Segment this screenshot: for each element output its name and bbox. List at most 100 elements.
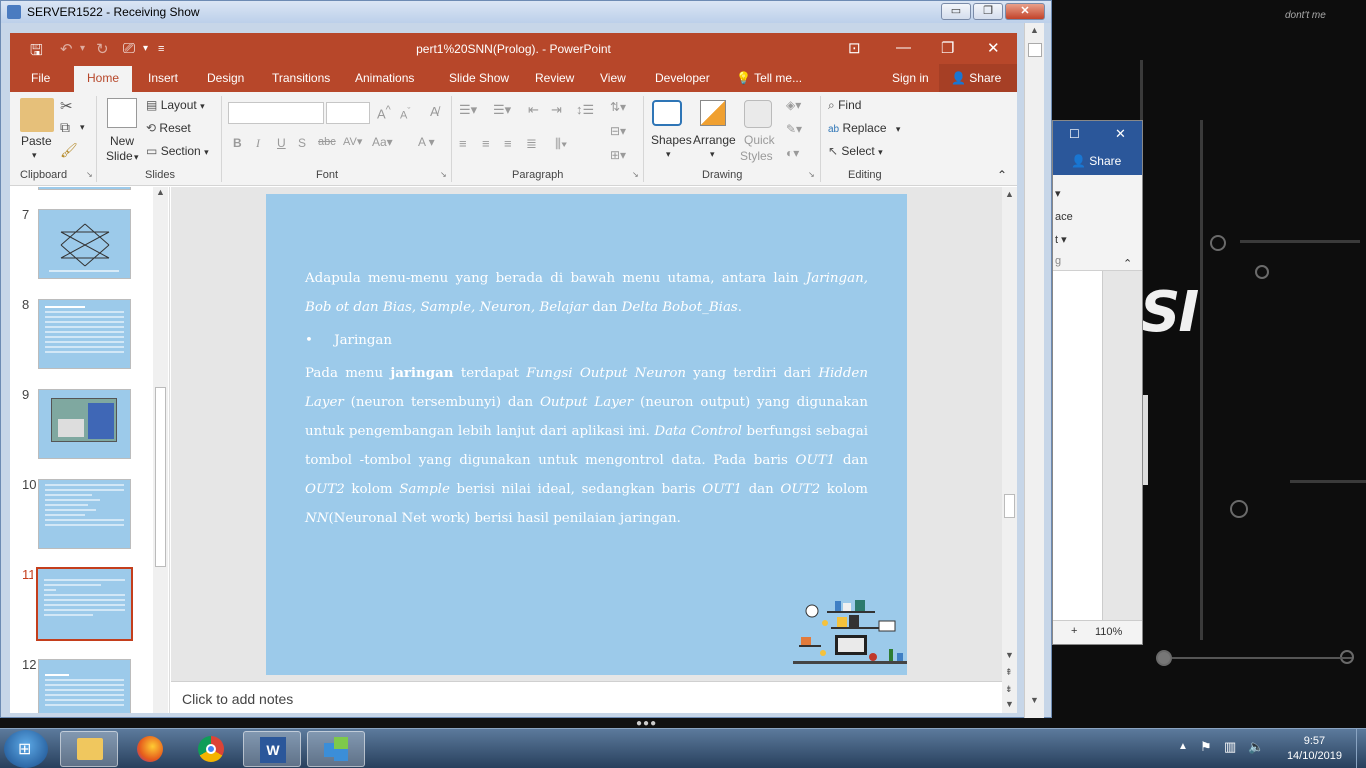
remote-window-scrollbar[interactable]: ▲ ▼ — [1024, 23, 1044, 718]
arrange-dropdown-icon[interactable]: ▾ — [710, 149, 715, 160]
strikethrough-icon[interactable]: abc — [318, 136, 336, 148]
find-button[interactable]: ⌕ Find — [828, 98, 861, 113]
zoom-in-button[interactable]: + — [1071, 625, 1077, 637]
slide-scrollbar[interactable]: ▲ ▼ ⇞ ⇟ ▼ — [1002, 187, 1017, 713]
smartart-icon[interactable]: ⊞▾ — [610, 148, 626, 162]
align-center-icon[interactable]: ≡ — [482, 136, 490, 151]
section-button[interactable]: ▭ Section ▾ — [146, 144, 209, 158]
slide-thumbnail-12[interactable] — [38, 659, 131, 713]
shape-effects-icon[interactable]: ◐▾ — [786, 146, 799, 160]
font-color-icon[interactable]: A ▾ — [418, 135, 435, 149]
tab-animations[interactable]: Animations — [355, 71, 414, 85]
word-dropdown-arrow[interactable]: ▾ — [1055, 187, 1061, 200]
next-slide-icon[interactable]: ⇟ — [1005, 684, 1013, 695]
tell-me-box[interactable]: 💡 Tell me... — [736, 71, 802, 85]
cut-icon[interactable]: ✂ — [60, 97, 73, 115]
clipboard-launcher-icon[interactable]: ↘ — [86, 170, 93, 179]
shape-outline-icon[interactable]: ✎▾ — [786, 122, 802, 136]
slide-scroll-thumb[interactable] — [1004, 494, 1015, 518]
slide-text-box[interactable]: Adapula menu-menu yang berada di bawah m… — [305, 264, 868, 533]
volume-icon[interactable]: 🔈 — [1248, 739, 1264, 755]
action-center-icon[interactable]: ⚑ — [1200, 739, 1212, 755]
font-name-box[interactable] — [228, 102, 324, 124]
paste-icon[interactable] — [20, 98, 54, 132]
italic-icon[interactable]: I — [256, 136, 260, 151]
scroll-down-icon[interactable]: ▼ — [1005, 699, 1014, 709]
paste-button[interactable]: Paste — [21, 134, 52, 148]
quick-styles-icon[interactable] — [744, 100, 772, 128]
arrange-icon[interactable] — [700, 100, 726, 126]
tab-view[interactable]: View — [600, 71, 626, 85]
share-button[interactable]: 👤 Share — [939, 64, 1017, 92]
quick-styles-label-1[interactable]: Quick — [744, 133, 775, 147]
minimize-icon[interactable]: — — [896, 39, 911, 56]
decrease-font-size-icon[interactable]: Aˇ — [400, 106, 410, 122]
increase-indent-icon[interactable]: ⇥ — [551, 102, 562, 118]
maximize-icon[interactable]: ☐ — [1069, 127, 1080, 141]
scroll-down-icon[interactable]: ▼ — [1030, 695, 1039, 705]
replace-button[interactable]: ab Replace ▾ — [828, 121, 900, 135]
taskbar-firefox[interactable] — [121, 731, 179, 767]
justify-icon[interactable]: ≣ — [526, 136, 537, 152]
slide-thumbnail-10[interactable] — [38, 479, 131, 549]
align-left-icon[interactable]: ≡ — [459, 136, 467, 151]
bold-icon[interactable]: B — [233, 136, 242, 150]
layout-button[interactable]: ▤ Layout ▾ — [146, 98, 205, 112]
change-case-icon[interactable]: Aa▾ — [372, 135, 393, 149]
slide-thumbnail-6[interactable] — [38, 187, 131, 190]
network-icon[interactable]: ▥ — [1224, 739, 1236, 755]
paste-dropdown-icon[interactable]: ▾ — [32, 150, 37, 161]
tab-home[interactable]: Home — [74, 66, 133, 92]
underline-icon[interactable]: U — [277, 136, 286, 150]
collapse-ribbon-icon[interactable]: ⌃ — [1123, 257, 1132, 270]
font-size-box[interactable] — [326, 102, 370, 124]
new-slide-dropdown-icon[interactable]: ▾ — [134, 152, 139, 163]
previous-slide-icon[interactable]: ⇞ — [1005, 667, 1013, 678]
restore-icon[interactable]: ❐ — [941, 39, 954, 57]
start-button[interactable]: ⊞ — [4, 730, 48, 768]
show-hidden-icons[interactable]: ▲ — [1178, 741, 1188, 752]
arrange-button[interactable]: Arrange — [693, 133, 736, 147]
slide-thumbnail-7[interactable] — [38, 209, 131, 279]
copy-dropdown-icon[interactable]: ▾ — [80, 122, 85, 133]
close-icon[interactable]: ✕ — [1115, 126, 1126, 142]
tab-transitions[interactable]: Transitions — [272, 71, 330, 85]
notes-pane[interactable]: Click to add notes — [171, 681, 1002, 713]
decrease-indent-icon[interactable]: ⇤ — [528, 102, 539, 118]
new-slide-label-1[interactable]: New — [110, 134, 134, 148]
thumbnail-scroll-thumb[interactable] — [155, 387, 166, 567]
select-button[interactable]: ↖ Select ▾ — [828, 144, 883, 158]
word-share-area[interactable]: 👤 Share — [1053, 149, 1142, 175]
tab-insert[interactable]: Insert — [148, 71, 178, 85]
shape-fill-icon[interactable]: ◈▾ — [786, 98, 801, 112]
notes-placeholder[interactable]: Click to add notes — [182, 691, 293, 707]
numbering-icon[interactable]: ☰▾ — [493, 102, 511, 118]
taskbar-file-explorer[interactable] — [60, 731, 118, 767]
shadow-icon[interactable]: S — [298, 136, 306, 150]
close-button[interactable]: ✕ — [1005, 3, 1045, 20]
clear-formatting-icon[interactable]: A̸ — [430, 104, 439, 119]
shapes-dropdown-icon[interactable]: ▾ — [666, 149, 671, 160]
tab-file[interactable]: File — [31, 71, 50, 85]
shapes-button[interactable]: Shapes — [651, 133, 692, 147]
copy-icon[interactable]: ⧉ — [60, 119, 70, 136]
taskbar-word[interactable]: W — [243, 731, 301, 767]
slide-thumbnail-8[interactable] — [38, 299, 131, 369]
slide-editing-area[interactable]: Adapula menu-menu yang berada di bawah m… — [171, 187, 1002, 681]
font-launcher-icon[interactable]: ↘ — [440, 170, 447, 179]
minimize-button[interactable]: ▭ — [941, 3, 971, 20]
quick-styles-label-2[interactable]: Styles — [740, 149, 773, 163]
line-spacing-icon[interactable]: ↕☰ — [576, 102, 594, 118]
tab-developer[interactable]: Developer — [655, 71, 710, 85]
tab-design[interactable]: Design — [207, 71, 244, 85]
new-slide-label-2[interactable]: Slide — [106, 149, 133, 163]
format-painter-icon[interactable]: 🖌 — [60, 142, 78, 159]
character-spacing-icon[interactable]: AV▾ — [343, 135, 362, 148]
close-icon[interactable]: ✕ — [987, 39, 1000, 57]
new-slide-icon[interactable] — [107, 98, 137, 128]
increase-font-size-icon[interactable]: A^ — [377, 104, 391, 121]
system-clock[interactable]: 9:57 14/10/2019 — [1287, 734, 1342, 764]
ribbon-display-options-icon[interactable]: ⊡ — [848, 39, 861, 57]
columns-icon[interactable]: ⫼▾ — [555, 136, 567, 152]
taskbar-chrome[interactable] — [182, 731, 240, 767]
